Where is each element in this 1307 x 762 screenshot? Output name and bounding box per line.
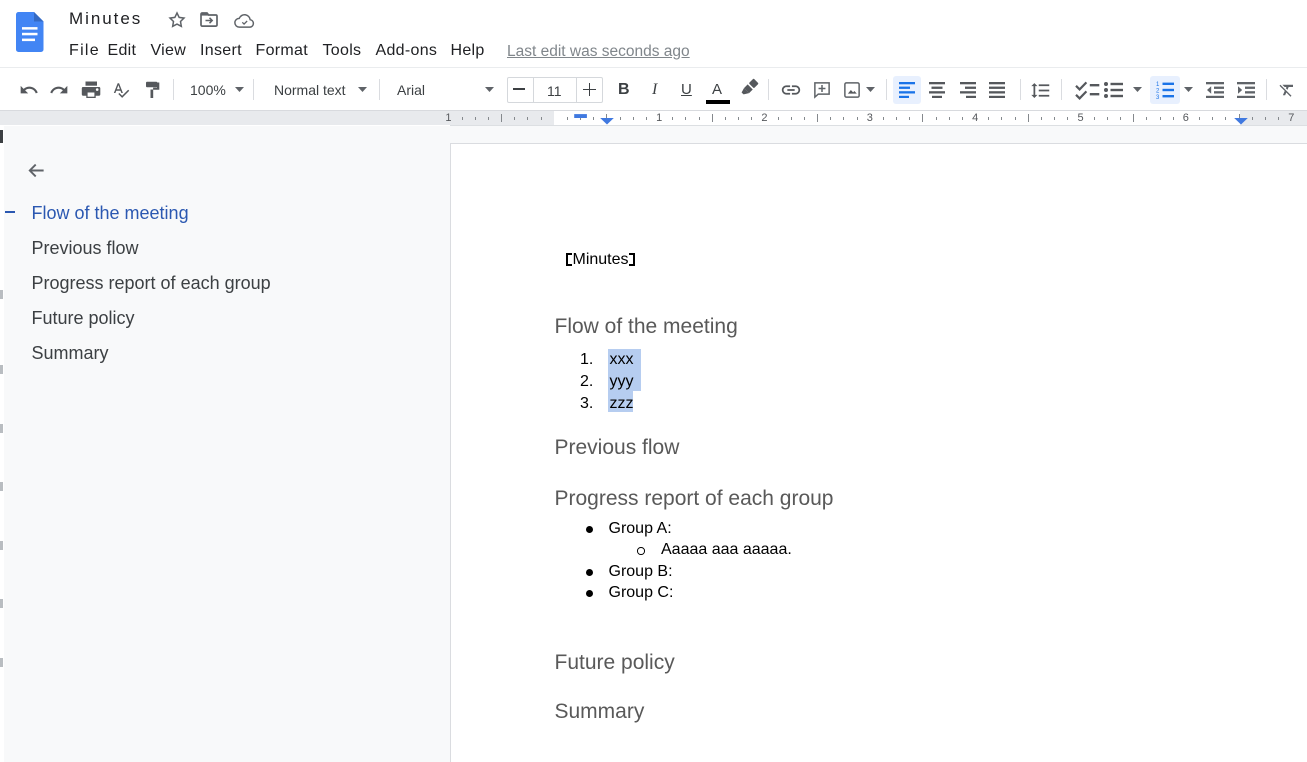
svg-text:3: 3: [1156, 95, 1160, 99]
svg-text:2: 2: [1156, 89, 1160, 95]
svg-text:1: 1: [1156, 82, 1160, 88]
